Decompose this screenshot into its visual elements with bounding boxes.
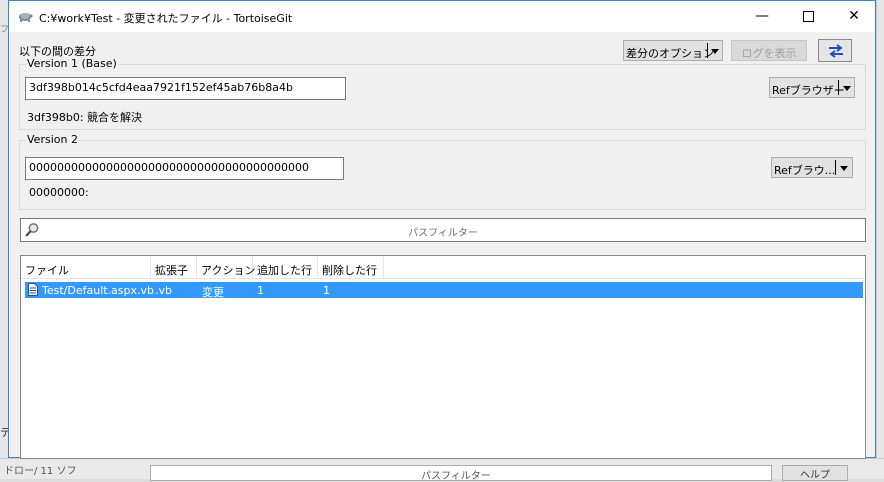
ref-browser-label: Refブラウ...: [774, 164, 836, 177]
table-row[interactable]: Test/Default.aspx.vb .vb 変更 1 1: [25, 282, 863, 299]
file-list[interactable]: ファイル 拡張子 アクション 追加した行 削除した行 Test/Default.…: [20, 255, 866, 459]
maximize-icon: [802, 10, 814, 22]
diff-options-label: 差分のオプション: [626, 47, 714, 60]
chevron-down-icon: [711, 49, 719, 54]
added-lines-cell: 1: [257, 284, 264, 297]
chevron-down-icon: [843, 86, 851, 91]
ref-browser-label: Refブラウザー: [772, 84, 845, 97]
version2-ref-browser-button[interactable]: Refブラウ...: [771, 157, 853, 178]
window-title: C:¥work¥Test - 変更されたファイル - TortoiseGit: [39, 12, 293, 25]
tortoisegit-icon: [19, 13, 33, 22]
background-window-bottom: ドロー/ 11 ソフ パスフィルター ヘルプ: [0, 458, 884, 482]
file-list-header: ファイル 拡張子 アクション 追加した行 削除した行: [21, 256, 865, 279]
column-header-added-lines[interactable]: 追加した行: [253, 256, 318, 278]
column-header-deleted-lines[interactable]: 削除した行: [318, 256, 384, 278]
minimize-button[interactable]: —: [739, 1, 785, 32]
background-filter: パスフィルター: [150, 465, 772, 482]
close-button[interactable]: ✕: [831, 1, 877, 32]
version2-commit-message: 00000000:: [29, 186, 89, 199]
version1-ref-browser-button[interactable]: Refブラウザー: [769, 77, 855, 98]
show-log-button[interactable]: ログを表示: [731, 40, 807, 61]
close-icon: ✕: [848, 8, 860, 24]
swap-versions-button[interactable]: [818, 39, 852, 62]
path-filter-input[interactable]: パスフィルター: [20, 218, 866, 242]
column-header-file[interactable]: ファイル: [21, 256, 151, 278]
background-window-right: [876, 0, 884, 478]
chevron-down-icon: [840, 166, 848, 171]
title-bar[interactable]: C:¥work¥Test - 変更されたファイル - TortoiseGit —…: [9, 1, 875, 32]
file-icon: [28, 283, 38, 296]
extension-cell: .vb: [155, 284, 172, 297]
maximize-button[interactable]: [785, 1, 831, 32]
minimize-icon: —: [755, 8, 769, 24]
version2-hash-input[interactable]: 0000000000000000000000000000000000000000: [25, 157, 344, 180]
version1-commit-message: 3df398b0: 競合を解決: [27, 111, 143, 124]
action-cell: 変更: [202, 286, 224, 299]
swap-icon: [829, 44, 843, 58]
version1-hash-input[interactable]: 3df398b014c5cfd4eaa7921f152ef45ab76b8a4b: [25, 77, 346, 100]
version2-legend: Version 2: [26, 133, 79, 146]
path-filter-placeholder: パスフィルター: [408, 228, 478, 239]
changed-files-dialog: C:¥work¥Test - 変更されたファイル - TortoiseGit —…: [8, 0, 876, 459]
show-log-label: ログを表示: [741, 47, 797, 60]
version1-legend: Version 1 (Base): [26, 57, 118, 70]
file-name-cell: Test/Default.aspx.vb: [42, 284, 155, 297]
background-help-button: ヘルプ: [782, 465, 848, 481]
deleted-lines-cell: 1: [323, 284, 330, 297]
column-header-extension[interactable]: 拡張子: [151, 256, 197, 278]
column-header-action[interactable]: アクション: [197, 256, 255, 278]
diff-options-button[interactable]: 差分のオプション: [623, 40, 723, 61]
background-text: ドロー/ 11 ソフ: [4, 466, 77, 477]
